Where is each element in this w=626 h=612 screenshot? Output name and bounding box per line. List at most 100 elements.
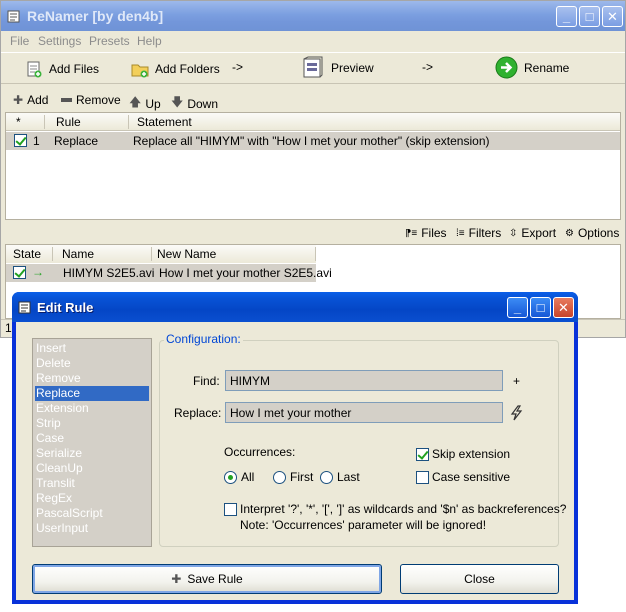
arrow-up-icon: 🡅	[129, 95, 142, 109]
column-name[interactable]: Name	[62, 247, 94, 261]
rule-type-remove[interactable]: Remove	[35, 371, 149, 386]
arrow-separator-2: ->	[422, 60, 434, 74]
skip-extension-checkbox[interactable]	[416, 448, 429, 461]
maximize-button[interactable]: □	[579, 6, 600, 27]
save-rule-label: Save Rule	[187, 572, 243, 586]
rule-enabled-checkbox[interactable]	[14, 134, 27, 147]
table-row[interactable]: 1 Replace Replace all "HIMYM" with "How …	[6, 132, 620, 150]
dialog-title: Edit Rule	[37, 300, 94, 315]
files-menu-label: Files	[421, 226, 447, 240]
add-files-button[interactable]: Add Files	[25, 60, 99, 78]
rule-type-pascalscript[interactable]: PascalScript	[35, 506, 149, 521]
find-add-button[interactable]: +	[513, 374, 520, 388]
dialog-app-icon	[18, 301, 31, 314]
arrow-separator-1: ->	[232, 60, 244, 74]
occurrences-label: Occurrences:	[224, 445, 296, 459]
files-menu-button[interactable]: ⁋≡ Files	[405, 226, 447, 240]
interpret-wildcards-checkbox[interactable]	[224, 503, 237, 516]
rule-index: 1	[33, 134, 40, 148]
options-icon: ⚙	[565, 227, 574, 239]
menu-help[interactable]: Help	[137, 34, 162, 48]
file-enabled-checkbox[interactable]	[13, 266, 26, 279]
dialog-maximize-button[interactable]: □	[530, 297, 551, 318]
edit-rule-dialog: Edit Rule _ □ ✕ Insert Delete Remove Rep…	[12, 292, 578, 604]
rule-type-translit[interactable]: Translit	[35, 476, 149, 491]
column-new-name[interactable]: New Name	[157, 247, 216, 261]
rule-statement: Replace all "HIMYM" with "How I met your…	[133, 134, 490, 148]
replace-input[interactable]: How I met your mother	[225, 402, 503, 423]
dialog-close-button[interactable]: ✕	[553, 297, 574, 318]
rule-type-delete[interactable]: Delete	[35, 356, 149, 371]
rule-type-case[interactable]: Case	[35, 431, 149, 446]
main-window-title: ReNamer [by den4b]	[27, 8, 164, 24]
preview-icon	[303, 56, 323, 78]
find-input[interactable]: HIMYM	[225, 370, 503, 391]
menu-presets[interactable]: Presets	[89, 34, 130, 48]
dialog-minimize-button[interactable]: _	[507, 297, 528, 318]
files-toolbar: ⁋≡ Files ⁞≡ Filters ⇳ Export ⚙ Options	[1, 223, 625, 243]
occurrences-all-radio[interactable]	[224, 471, 237, 484]
occurrences-first-radio[interactable]	[273, 471, 286, 484]
dialog-title-bar[interactable]: Edit Rule _ □ ✕	[12, 292, 578, 322]
rule-type-replace[interactable]: Replace	[35, 386, 149, 401]
occurrences-last-radio[interactable]	[320, 471, 333, 484]
case-sensitive-label[interactable]: Case sensitive	[432, 470, 510, 484]
move-down-label: Down	[187, 96, 219, 111]
lightning-icon[interactable]	[510, 405, 524, 421]
preview-button[interactable]: Preview	[301, 56, 374, 80]
save-rule-button[interactable]: ✚ Save Rule	[32, 564, 382, 594]
rename-label: Rename	[524, 60, 570, 75]
rule-type-insert[interactable]: Insert	[35, 341, 149, 356]
options-button[interactable]: ⚙ Options	[565, 226, 619, 240]
add-files-label: Add Files	[49, 62, 100, 76]
rule-type-extension[interactable]: Extension	[35, 401, 149, 416]
export-button[interactable]: ⇳ Export	[509, 226, 556, 240]
rename-button[interactable]: Rename	[495, 56, 569, 79]
case-sensitive-checkbox[interactable]	[416, 471, 429, 484]
menu-settings[interactable]: Settings	[38, 34, 81, 48]
occurrences-last-label[interactable]: Last	[337, 470, 360, 484]
add-rule-button[interactable]: ✚ Add	[13, 93, 48, 107]
occurrences-first-label[interactable]: First	[290, 470, 313, 484]
plus-icon: ✚	[13, 93, 24, 107]
interpret-wildcards-label[interactable]: Interpret '?', '*', '[', ']' as wildcard…	[240, 502, 566, 516]
main-title-bar[interactable]: ReNamer [by den4b] _ □ ✕	[1, 1, 625, 31]
export-label: Export	[521, 226, 557, 240]
rule-type-regex[interactable]: RegEx	[35, 491, 149, 506]
rule-type-cleanup[interactable]: CleanUp	[35, 461, 149, 476]
state-arrow-icon: →	[32, 265, 44, 279]
column-rule[interactable]: Rule	[56, 115, 81, 129]
minimize-button[interactable]: _	[556, 6, 577, 27]
add-folders-label: Add Folders	[155, 62, 220, 76]
close-dialog-button[interactable]: Close	[400, 564, 559, 594]
main-toolbar: Add Files Add Folders -> Preview -> Rena…	[1, 52, 625, 84]
occurrences-all-label[interactable]: All	[241, 470, 254, 484]
skip-extension-label[interactable]: Skip extension	[432, 447, 510, 461]
rule-name: Replace	[54, 134, 99, 148]
move-up-button[interactable]: 🡅 Up	[129, 93, 161, 114]
rules-table[interactable]: * Rule Statement 1 Replace Replace all "…	[5, 112, 621, 220]
add-folders-button[interactable]: Add Folders	[131, 60, 220, 78]
find-label: Find:	[193, 374, 220, 388]
configuration-group: Configuration: Find: HIMYM + Replace: Ho…	[159, 332, 566, 547]
remove-rule-label: Remove	[76, 93, 121, 107]
rules-toolbar: ✚ Add Remove 🡅 Up 🡇 Down	[1, 88, 625, 112]
rule-type-strip[interactable]: Strip	[35, 416, 149, 431]
column-star[interactable]: *	[16, 115, 21, 129]
minus-icon	[61, 98, 72, 102]
filters-button[interactable]: ⁞≡ Filters	[456, 226, 501, 240]
arrow-down-icon: 🡇	[171, 95, 184, 109]
close-button[interactable]: ✕	[602, 6, 623, 27]
table-row[interactable]: → HIMYM S2E5.avi How I met your mother S…	[6, 264, 332, 282]
rule-type-userinput[interactable]: UserInput	[35, 521, 149, 536]
menu-file[interactable]: File	[10, 34, 29, 48]
move-down-button[interactable]: 🡇 Down	[171, 93, 218, 114]
rule-type-list[interactable]: Insert Delete Remove Replace Extension S…	[32, 338, 152, 547]
column-state[interactable]: State	[13, 247, 41, 261]
rename-go-icon	[495, 56, 518, 79]
renamer-main-window: ReNamer [by den4b] _ □ ✕ File Settings P…	[0, 0, 626, 338]
file-name: HIMYM S2E5.avi	[63, 266, 155, 280]
column-statement[interactable]: Statement	[137, 115, 192, 129]
rule-type-serialize[interactable]: Serialize	[35, 446, 149, 461]
remove-rule-button[interactable]: Remove	[61, 93, 121, 107]
